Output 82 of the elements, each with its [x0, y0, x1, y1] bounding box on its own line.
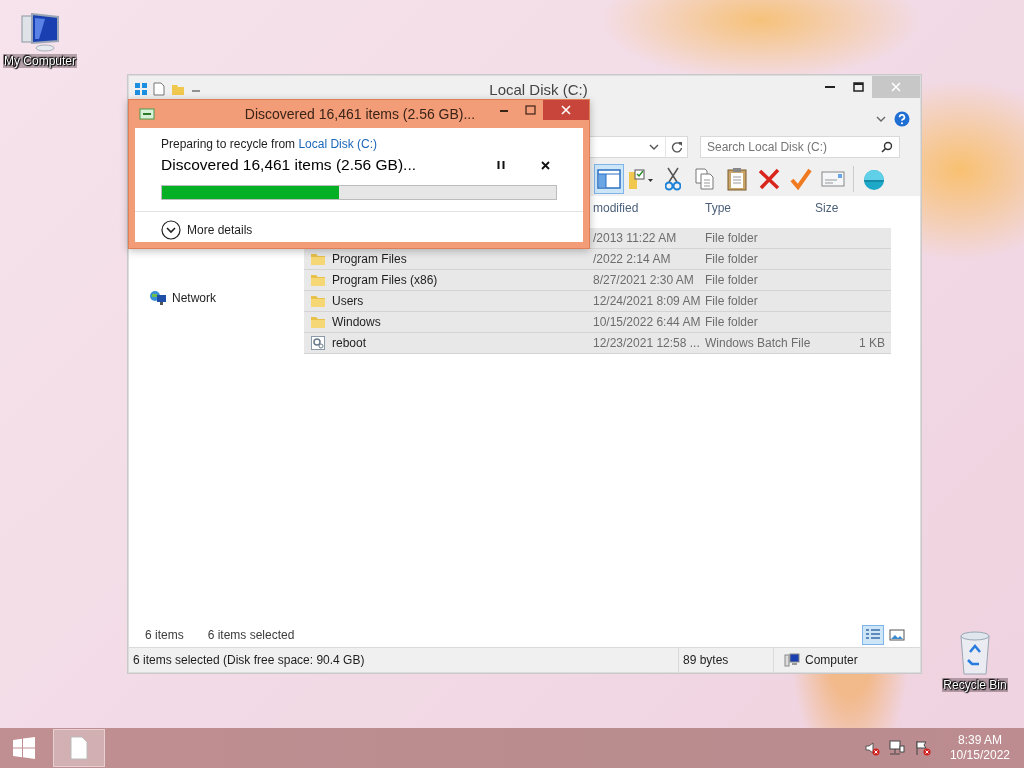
- file-name: Users: [332, 294, 364, 308]
- taskbar-app-button[interactable]: [53, 729, 105, 767]
- file-name: Program Files (x86): [332, 273, 438, 287]
- file-type: File folder: [705, 294, 758, 308]
- pane-layout-icon: [597, 169, 621, 189]
- file-row[interactable]: Windows 10/15/2022 6:44 AM File folder: [304, 312, 891, 333]
- file-type: File folder: [705, 252, 758, 266]
- maximize-icon: [852, 82, 864, 92]
- preview-pane-button[interactable]: [594, 164, 624, 194]
- search-input[interactable]: Search Local Disk (C:): [707, 138, 881, 156]
- document-icon[interactable]: [153, 82, 165, 96]
- cross-icon: [758, 168, 780, 190]
- file-name: reboot: [332, 336, 367, 350]
- more-details-button[interactable]: More details: [161, 220, 253, 240]
- column-header[interactable]: Type: [701, 201, 809, 215]
- close-icon: [891, 82, 901, 92]
- item-count: 6 items: [145, 628, 184, 642]
- file-size: 1 KB: [859, 336, 885, 350]
- file-name: Windows: [332, 315, 381, 329]
- column-header[interactable]: Size: [809, 201, 891, 215]
- file-type: File folder: [705, 273, 758, 287]
- chevron-down-icon: [649, 143, 659, 151]
- view-button[interactable]: [862, 625, 884, 645]
- window-title: Local Disk (C:): [488, 80, 589, 98]
- date-modified: /2013 11:22 AM: [593, 231, 677, 245]
- folder-checkbox-icon: [627, 168, 655, 190]
- close-icon: [561, 105, 571, 115]
- windows-logo-icon: [13, 737, 35, 759]
- chevron-circle-icon: [161, 220, 181, 240]
- date-modified: 8/27/2021 2:30 AM: [593, 273, 694, 287]
- flag-icon[interactable]: [913, 740, 932, 756]
- source-link[interactable]: Local Disk (C:): [298, 137, 378, 151]
- folder-icon: [310, 251, 326, 267]
- file-type: File folder: [705, 231, 758, 245]
- date-modified: 10/15/2022 6:44 AM: [593, 315, 701, 329]
- network-icon[interactable]: [887, 740, 906, 756]
- column-header[interactable]: modified: [593, 201, 701, 215]
- folder-icon: [310, 314, 326, 330]
- file-row[interactable]: Program Files /2022 2:14 AM File folder: [304, 249, 891, 270]
- globe-icon: [861, 167, 887, 191]
- dialog-title: Discovered 16,461 items (2.56 GB)...: [243, 105, 477, 122]
- computer-icon: [18, 10, 62, 52]
- scissors-icon: [665, 167, 681, 191]
- search-field[interactable]: Search Local Disk (C:): [700, 136, 900, 158]
- source-text: Preparing to recycle from Local Disk (C:): [161, 137, 379, 151]
- status-location: Computer: [805, 653, 858, 667]
- help-icon[interactable]: [894, 111, 910, 127]
- details-view-icon: [865, 628, 881, 642]
- network-icon: [149, 290, 167, 306]
- date-modified: 12/24/2021 8:09 AM: [593, 294, 701, 308]
- refresh-icon: [670, 141, 683, 153]
- copy-icon: [695, 168, 715, 190]
- folder-icon: [310, 272, 326, 288]
- chevron-down-icon[interactable]: [876, 115, 886, 123]
- file-name: Program Files: [332, 252, 407, 266]
- selection-count: 6 items selected: [207, 628, 295, 642]
- file-row[interactable]: Users 12/24/2021 8:09 AM File folder: [304, 291, 891, 312]
- search-icon: [881, 141, 893, 153]
- computer-icon: [784, 653, 800, 667]
- status-size: 89 bytes: [683, 653, 729, 667]
- maximize-icon: [524, 105, 536, 115]
- muted-speaker-icon[interactable]: [863, 740, 880, 756]
- date-modified: /2022 2:14 AM: [593, 252, 671, 266]
- status-text: 6 items selected (Disk free space: 90.4 GB): [133, 653, 365, 667]
- minimize-icon: [825, 86, 835, 88]
- clipboard-icon: [727, 167, 747, 191]
- checkmark-icon: [790, 168, 812, 190]
- progress-heading: Discovered 16,461 items (2.56 GB)...: [161, 156, 417, 174]
- pause-icon: [497, 160, 505, 170]
- card-icon: [821, 170, 845, 188]
- app-icon: [135, 83, 147, 95]
- document-icon: [70, 736, 88, 760]
- file-type: File folder: [705, 315, 758, 329]
- date-modified: 12/23/2021 12:58 ...: [593, 336, 700, 350]
- nav-item[interactable]: Network: [129, 288, 304, 308]
- close-button[interactable]: [543, 100, 589, 120]
- picture-icon: [889, 628, 905, 642]
- file-row[interactable]: reboot 12/23/2021 12:58 ... Windows Batch File 1 KB: [304, 333, 891, 354]
- file-type: Windows Batch File: [705, 336, 811, 350]
- file-row[interactable]: Program Files (x86) 8/27/2021 2:30 AM File folder: [304, 270, 891, 291]
- close-icon: [540, 160, 550, 170]
- folder-icon: [310, 293, 326, 309]
